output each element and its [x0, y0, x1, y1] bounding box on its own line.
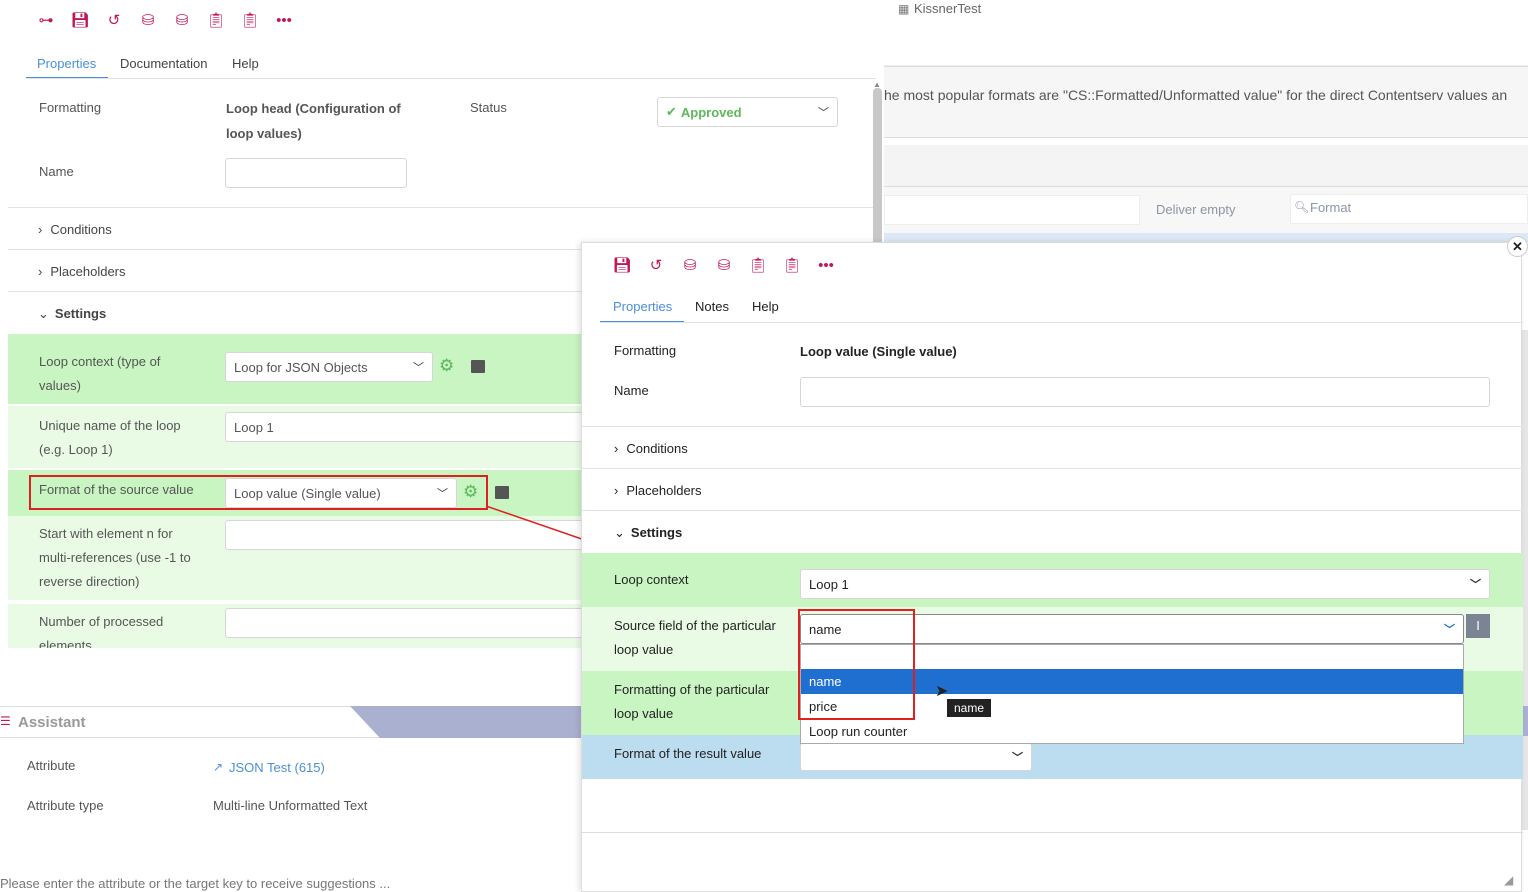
- tab-notes[interactable]: Notes: [695, 299, 729, 314]
- name-input[interactable]: [800, 377, 1490, 407]
- tab-help[interactable]: Help: [752, 299, 779, 314]
- right-toolbar: 💾︎ ↺ ⛁ ⛁ 📋︎ 📋︎ •••: [610, 256, 838, 274]
- chevron-right-icon: ›: [614, 483, 619, 498]
- formatting-particular-label: Formatting of the particular loop value: [614, 682, 770, 721]
- chevron-down-icon: ⌄: [614, 525, 625, 540]
- mouse-cursor-icon: ➤: [935, 683, 949, 700]
- chevron-down-icon: ﹀: [1444, 624, 1455, 636]
- database-export-icon[interactable]: ⛁: [678, 256, 702, 274]
- database-info-icon[interactable]: ⛁: [712, 256, 736, 274]
- dropdown-highlight-box: [798, 609, 915, 720]
- chevron-right-icon: ›: [614, 441, 619, 456]
- resize-handle-icon[interactable]: ◢: [1504, 873, 1513, 887]
- clipboard-paste-icon[interactable]: 📋︎: [780, 256, 804, 274]
- formatting-label: Formatting: [614, 343, 677, 358]
- chevron-down-icon: ﹀: [1012, 752, 1023, 764]
- conditions-section[interactable]: › Conditions: [614, 441, 688, 456]
- tab-properties[interactable]: Properties: [613, 299, 672, 314]
- clipboard-copy-icon[interactable]: 📋︎: [746, 256, 770, 274]
- loop-context-select[interactable]: Loop 1 ﹀: [800, 569, 1490, 599]
- right-dialog: 💾︎ ↺ ⛁ ⛁ 📋︎ 📋︎ ••• Properties Notes Help Forma…: [581, 242, 1523, 892]
- result-format-select[interactable]: ﹀: [800, 743, 1032, 771]
- dropdown-option-loop-run-counter[interactable]: Loop run counter: [801, 719, 1463, 744]
- undo-icon[interactable]: ↺: [644, 256, 668, 274]
- result-format-label: Format of the result value: [614, 746, 762, 761]
- more-icon[interactable]: •••: [814, 257, 838, 274]
- name-label: Name: [614, 383, 649, 398]
- save-icon[interactable]: 💾︎: [610, 256, 634, 274]
- placeholders-section[interactable]: › Placeholders: [614, 483, 702, 498]
- formatting-value: Loop value (Single value): [800, 344, 957, 359]
- settings-section[interactable]: ⌄ Settings: [614, 525, 682, 541]
- chevron-down-icon: ﹀: [1470, 579, 1481, 591]
- loop-context-label: Loop context: [614, 572, 689, 587]
- text-cursor-button[interactable]: I: [1466, 614, 1490, 638]
- close-dialog-button[interactable]: ✕: [1507, 236, 1528, 257]
- tooltip: name: [947, 699, 992, 717]
- source-field-label: Source field of the particular loop valu…: [614, 618, 776, 657]
